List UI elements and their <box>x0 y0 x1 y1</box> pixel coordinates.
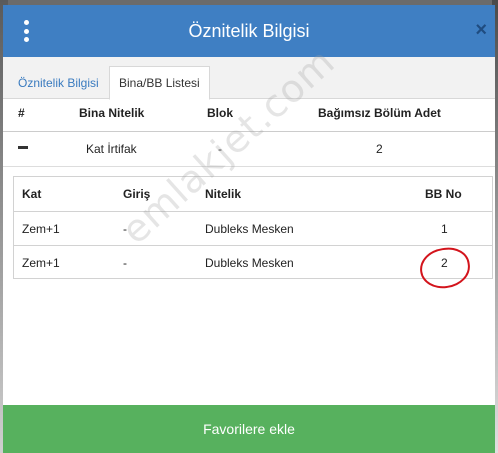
column-header-kat: Kat <box>22 187 42 201</box>
bina-nitelik-value: Kat İrtifak <box>86 142 137 156</box>
add-to-favorites-button[interactable]: Favorilere ekle <box>3 405 495 453</box>
column-header-bina-nitelik: Bina Nitelik <box>79 106 145 120</box>
kat-value: Zem+1 <box>22 256 60 270</box>
column-header-hash: # <box>18 106 25 120</box>
attribute-modal: Öznitelik Bilgisi × Öznitelik Bilgisi Bi… <box>3 5 495 453</box>
tab-oznitelik-bilgisi[interactable]: Öznitelik Bilgisi <box>9 67 108 99</box>
close-icon[interactable]: × <box>475 19 487 42</box>
tab-bar: Öznitelik Bilgisi Bina/BB Listesi <box>3 57 495 100</box>
divider <box>14 211 492 212</box>
giris-value: - <box>123 256 127 270</box>
bb-adet-value: 2 <box>376 142 383 156</box>
kebab-menu-icon[interactable] <box>19 20 33 42</box>
bb-no-value: 1 <box>441 222 448 236</box>
modal-header: Öznitelik Bilgisi × <box>3 5 495 57</box>
modal-title: Öznitelik Bilgisi <box>188 20 310 41</box>
tab-bina-bb-listesi[interactable]: Bina/BB Listesi <box>109 66 210 100</box>
kat-value: Zem+1 <box>22 222 60 236</box>
column-header-bb-adet: Bağımsız Bölüm Adet <box>318 106 441 120</box>
nitelik-value: Dubleks Mesken <box>205 222 294 236</box>
nitelik-value: Dubleks Mesken <box>205 256 294 270</box>
divider <box>14 245 492 246</box>
column-header-bb-no: BB No <box>425 187 462 201</box>
divider <box>3 166 495 167</box>
